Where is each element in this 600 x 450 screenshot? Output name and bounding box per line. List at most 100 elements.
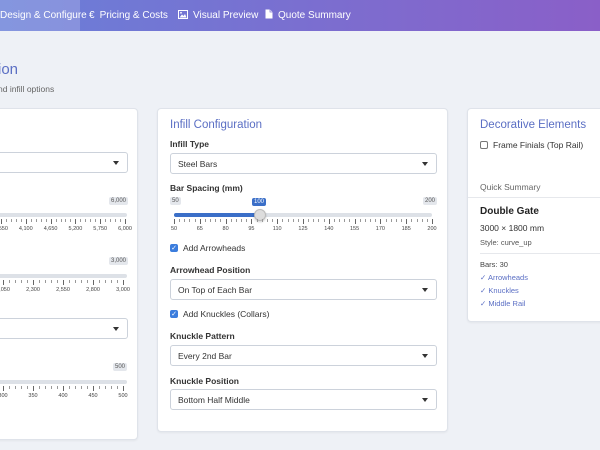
- summary-dimensions: 3000 × 1800 mm: [480, 223, 545, 233]
- summary-feature: ✓ Knuckles: [480, 286, 519, 295]
- slider-minor-tick: [27, 386, 28, 389]
- slider-tick-label: 350: [28, 393, 38, 399]
- slider-tick-label: 2,800: [86, 287, 100, 293]
- tab-quote-summary[interactable]: Quote Summary: [265, 0, 351, 31]
- slider-minor-tick: [5, 219, 7, 222]
- slider-tick: [303, 219, 304, 224]
- slider-minor-tick: [115, 219, 117, 222]
- slider-minor-tick: [87, 386, 88, 389]
- gate-type-select[interactable]: [0, 152, 128, 173]
- tab-pricing-costs[interactable]: € Pricing & Costs: [89, 0, 168, 31]
- add-arrowheads-checkbox[interactable]: ✓ Add Arrowheads: [170, 243, 245, 253]
- slider-tick-label: 6,000: [118, 226, 132, 232]
- slider-minor-tick: [10, 219, 12, 222]
- slider-tick: [25, 219, 27, 224]
- slider-minor-tick: [20, 219, 22, 222]
- width-slider-track[interactable]: [0, 213, 127, 217]
- slider-tick-label: 185: [401, 226, 411, 232]
- slider-tick-label: 65: [196, 226, 203, 232]
- slider-minor-tick: [189, 219, 191, 222]
- knuckle-pattern-select[interactable]: Every 2nd Bar: [170, 345, 437, 366]
- infill-type-select[interactable]: Steel Bars: [170, 153, 437, 174]
- slider-minor-tick: [313, 219, 315, 222]
- slider-tick-label: 3,000: [116, 287, 130, 293]
- slider-minor-tick: [111, 280, 112, 283]
- slider-tick: [50, 219, 52, 224]
- summary-feature: ✓ Arrowheads: [480, 273, 528, 282]
- post-slider-track[interactable]: [0, 380, 127, 384]
- checkbox-unchecked-icon: [480, 141, 488, 149]
- height-slider-track[interactable]: [0, 274, 127, 278]
- select-value: On Top of Each Bar: [178, 284, 253, 295]
- slider-tick: [63, 280, 64, 285]
- slider-tick-label: 155: [350, 226, 360, 232]
- style-select[interactable]: [0, 318, 128, 339]
- slider-max-label: 500: [113, 363, 128, 371]
- slider-minor-tick: [241, 219, 243, 222]
- slider-minor-tick: [81, 386, 82, 389]
- slider-minor-tick: [57, 386, 58, 389]
- slider-minor-tick: [282, 219, 284, 222]
- slider-minor-tick: [210, 219, 212, 222]
- slider-tick-label: 3,550: [0, 226, 8, 232]
- slider-minor-tick: [220, 219, 222, 222]
- slider-minor-tick: [235, 219, 237, 222]
- document-icon: [265, 9, 273, 22]
- slider-minor-tick: [416, 219, 418, 222]
- slider-minor-tick: [27, 280, 28, 283]
- divider: [480, 253, 600, 254]
- slider-tick: [33, 386, 34, 391]
- slider-minor-tick: [333, 219, 335, 222]
- slider-minor-tick: [21, 386, 22, 389]
- slider-minor-tick: [15, 219, 17, 222]
- bar-spacing-fill: [174, 213, 260, 217]
- slider-tick: [1, 219, 2, 224]
- tab-visual-preview[interactable]: Visual Preview: [178, 0, 258, 31]
- slider-minor-tick: [204, 219, 206, 222]
- slider-minor-tick: [421, 219, 423, 222]
- slider-max-label: 3,000: [109, 257, 129, 265]
- slider-minor-tick: [395, 219, 397, 222]
- slider-tick-label: 2,550: [56, 287, 70, 293]
- slider-tick-label: 4,650: [43, 226, 58, 232]
- slider-minor-tick: [90, 219, 92, 222]
- slider-tick: [75, 219, 77, 224]
- slider-minor-tick: [246, 219, 248, 222]
- image-icon: [178, 9, 188, 22]
- slider-tick-label: 450: [88, 393, 98, 399]
- bar-spacing-min: 50: [170, 197, 181, 205]
- arrowhead-position-select[interactable]: On Top of Each Bar: [170, 279, 437, 300]
- add-knuckles-checkbox[interactable]: ✓ Add Knuckles (Collars): [170, 309, 269, 319]
- slider-minor-tick: [349, 219, 351, 222]
- tab-design-configure[interactable]: Design & Configure: [0, 0, 87, 31]
- slider-minor-tick: [99, 386, 100, 389]
- slider-minor-tick: [55, 219, 57, 222]
- slider-minor-tick: [39, 386, 40, 389]
- slider-minor-tick: [15, 280, 16, 283]
- slider-tick-label: 400: [58, 393, 68, 399]
- slider-minor-tick: [9, 280, 10, 283]
- slider-tick-label: 2,050: [0, 287, 10, 293]
- slider-tick-label: 50: [170, 226, 178, 232]
- slider-minor-tick: [87, 280, 88, 283]
- knuckle-position-select[interactable]: Bottom Half Middle: [170, 389, 437, 410]
- knuckle-pattern-label: Knuckle Pattern: [170, 331, 235, 341]
- slider-minor-tick: [45, 280, 46, 283]
- bar-spacing-label: Bar Spacing (mm): [170, 183, 243, 193]
- slider-minor-tick: [75, 280, 76, 283]
- slider-minor-tick: [287, 219, 289, 222]
- slider-tick-label: 140: [324, 226, 334, 232]
- arrowhead-position-label: Arrowhead Position: [170, 265, 251, 275]
- frame-finials-checkbox[interactable]: Frame Finials (Top Rail): [480, 140, 583, 150]
- chevron-down-icon: [113, 327, 119, 331]
- slider-minor-tick: [359, 219, 361, 222]
- slider-minor-tick: [105, 386, 106, 389]
- slider-tick-label: 125: [298, 226, 308, 232]
- slider-tick-label: 500: [118, 393, 128, 399]
- slider-minor-tick: [39, 280, 40, 283]
- slider-tick: [406, 219, 408, 224]
- slider-minor-tick: [426, 219, 428, 222]
- slider-tick-label: 5,200: [68, 226, 83, 232]
- slider-tick: [251, 219, 253, 224]
- slider-tick: [225, 219, 227, 224]
